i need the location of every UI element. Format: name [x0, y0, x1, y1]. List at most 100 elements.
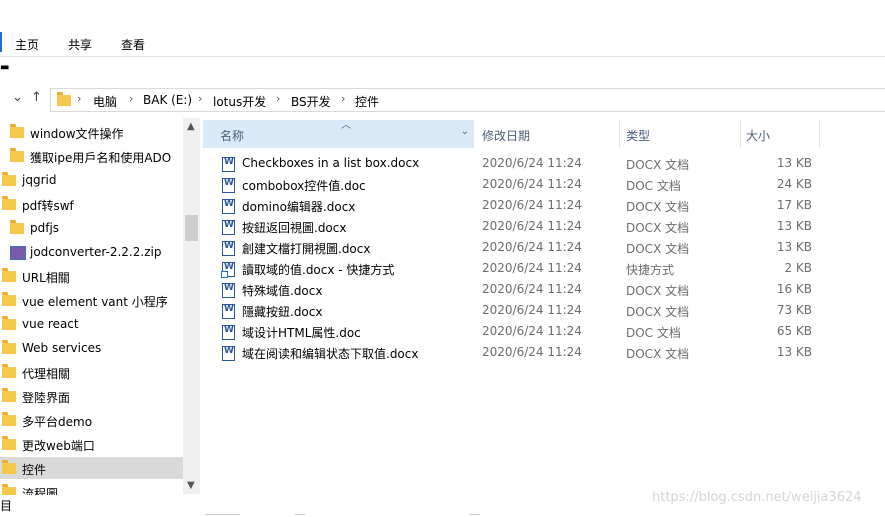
nav-item[interactable]: vue element vant 小程序: [0, 289, 183, 311]
nav-item[interactable]: 流程圖: [0, 481, 183, 495]
ribbon-expand-icon[interactable]: ▬: [0, 62, 9, 73]
file-name: 域设计HTML属性.doc: [242, 326, 361, 340]
column-divider[interactable]: [819, 120, 820, 148]
breadcrumb-item[interactable]: 电脑: [93, 93, 117, 110]
nav-scrollbar[interactable]: ▲ ▼: [183, 118, 200, 494]
file-row[interactable]: combobox控件值.doc 2020/6/24 11:24 DOC 文档 24 K…: [220, 174, 820, 195]
file-size: 16 KB: [776, 282, 812, 296]
folder-icon: [2, 388, 16, 402]
nav-item-label: 控件: [22, 463, 47, 477]
breadcrumb-item[interactable]: 控件: [355, 93, 379, 110]
zip-archive-icon: [10, 246, 26, 260]
status-divider: [205, 514, 240, 515]
file-row[interactable]: 按鈕返回視圖.docx 2020/6/24 11:24 DOCX 文档 13 KB: [220, 216, 820, 237]
nav-item[interactable]: window文件操作: [0, 121, 183, 143]
file-size: 13 KB: [776, 156, 812, 170]
nav-item[interactable]: pdf转swf: [0, 193, 183, 215]
column-header-size[interactable]: 大小: [741, 120, 819, 148]
file-size: 13 KB: [776, 345, 812, 359]
file-type: DOCX 文档: [626, 221, 690, 235]
nav-item-label: jqgrid: [22, 173, 57, 187]
recent-locations-icon[interactable]: ⌄: [12, 90, 23, 105]
chevron-down-icon[interactable]: ⌄: [461, 126, 469, 137]
chevron-right-icon[interactable]: ›: [341, 92, 345, 105]
scrollbar-thumb[interactable]: [185, 215, 198, 241]
file-type: DOCX 文档: [626, 347, 690, 361]
file-type: DOCX 文档: [626, 200, 690, 214]
scroll-up-icon[interactable]: ▲: [187, 121, 195, 132]
folder-icon: [2, 196, 16, 210]
nav-item-label: 多平台demo: [22, 415, 93, 429]
tab-view[interactable]: 查看: [121, 36, 145, 53]
nav-item[interactable]: pdfjs: [0, 217, 183, 239]
nav-item[interactable]: URL相關: [0, 265, 183, 287]
watermark: https://blog.csdn.net/weijia3624: [652, 490, 862, 505]
file-row[interactable]: 讀取域的值.docx - 快捷方式 2020/6/24 11:24 快捷方式 2 KB: [220, 258, 820, 279]
address-bar[interactable]: › 电脑 › BAK (E:) › lotus开发 › BS开发 › 控件: [50, 88, 885, 112]
file-size: 2 KB: [784, 261, 812, 275]
nav-item-label: URL相關: [22, 271, 70, 285]
file-date: 2020/6/24 11:24: [482, 303, 582, 317]
file-date: 2020/6/24 11:24: [482, 345, 582, 359]
nav-item-label: vue react: [22, 317, 79, 331]
file-row[interactable]: 域在阅读和编辑状态下取值.docx 2020/6/24 11:24 DOCX 文档 1…: [220, 342, 820, 363]
column-header-name[interactable]: ︿ 名称 ⌄: [203, 120, 473, 148]
file-row[interactable]: 隱藏按鈕.docx 2020/6/24 11:24 DOCX 文档 73 KB: [220, 300, 820, 321]
breadcrumb-item[interactable]: BS开发: [291, 93, 331, 110]
file-type: 快捷方式: [626, 263, 675, 277]
nav-item[interactable]: jqgrid: [0, 169, 183, 191]
file-row[interactable]: Checkboxes in a list box.docx 2020/6/24 1…: [220, 153, 820, 174]
file-date: 2020/6/24 11:24: [482, 240, 582, 254]
file-row[interactable]: domino编辑器.docx 2020/6/24 11:24 DOCX 文档 17 K…: [220, 195, 820, 216]
nav-item[interactable]: Web services: [0, 337, 183, 359]
word-document-icon: [222, 241, 235, 256]
chevron-right-icon[interactable]: ›: [129, 92, 133, 105]
up-arrow-icon[interactable]: ↑: [31, 90, 42, 105]
file-row[interactable]: 特殊域值.docx 2020/6/24 11:24 DOCX 文档 16 KB: [220, 279, 820, 300]
file-type: DOCX 文档: [626, 305, 690, 319]
breadcrumb-item[interactable]: lotus开发: [213, 93, 266, 110]
scroll-down-icon[interactable]: ▼: [187, 480, 195, 491]
tab-home[interactable]: 主页: [15, 36, 39, 53]
nav-item[interactable]: 更改web端口: [0, 433, 183, 455]
file-row[interactable]: 創建文檔打開視圖.docx 2020/6/24 11:24 DOCX 文档 13 KB: [220, 237, 820, 258]
folder-icon: [2, 340, 16, 354]
sort-ascending-icon: ︿: [341, 120, 351, 131]
nav-item[interactable]: 代理相關: [0, 361, 183, 383]
nav-item-label: 登陸界面: [22, 391, 71, 405]
column-header-date[interactable]: 修改日期: [474, 120, 619, 148]
folder-icon: [10, 124, 24, 138]
file-name: Checkboxes in a list box.docx: [242, 156, 420, 170]
file-size: 13 KB: [776, 240, 812, 254]
chevron-right-icon[interactable]: ›: [276, 92, 280, 105]
folder-icon: [2, 268, 16, 282]
file-name: 按鈕返回視圖.docx: [242, 221, 347, 235]
folder-icon: [2, 460, 16, 474]
breadcrumb-item[interactable]: BAK (E:): [143, 93, 192, 107]
status-divider: [470, 514, 480, 515]
nav-item[interactable]: 獲取ipe用戶名和使用ADO: [0, 145, 183, 167]
folder-icon: [2, 316, 16, 330]
folder-icon: [2, 436, 16, 450]
nav-item[interactable]: vue react: [0, 313, 183, 335]
word-document-icon: [222, 283, 235, 298]
nav-item-label: 更改web端口: [22, 439, 95, 453]
file-type: DOC 文档: [626, 326, 681, 340]
chevron-right-icon[interactable]: ›: [77, 92, 81, 105]
nav-item[interactable]: 登陸界面: [0, 385, 183, 407]
tab-share[interactable]: 共享: [68, 36, 92, 53]
word-document-icon: [222, 346, 235, 361]
chevron-right-icon[interactable]: ›: [198, 92, 202, 105]
file-row[interactable]: 域设计HTML属性.doc 2020/6/24 11:24 DOC 文档 65 KB: [220, 321, 820, 342]
nav-item[interactable]: jodconverter-2.2.2.zip: [0, 241, 183, 263]
file-date: 2020/6/24 11:24: [482, 261, 582, 275]
column-header-type[interactable]: 类型: [620, 120, 740, 148]
file-name: 特殊域值.docx: [242, 284, 323, 298]
file-size: 65 KB: [776, 324, 812, 338]
file-type: DOCX 文档: [626, 242, 690, 256]
file-size: 13 KB: [776, 219, 812, 233]
nav-item[interactable]: 多平台demo: [0, 409, 183, 431]
word-document-icon: [222, 220, 235, 235]
nav-item[interactable]: 控件: [0, 457, 183, 479]
nav-item-label: window文件操作: [30, 127, 124, 141]
